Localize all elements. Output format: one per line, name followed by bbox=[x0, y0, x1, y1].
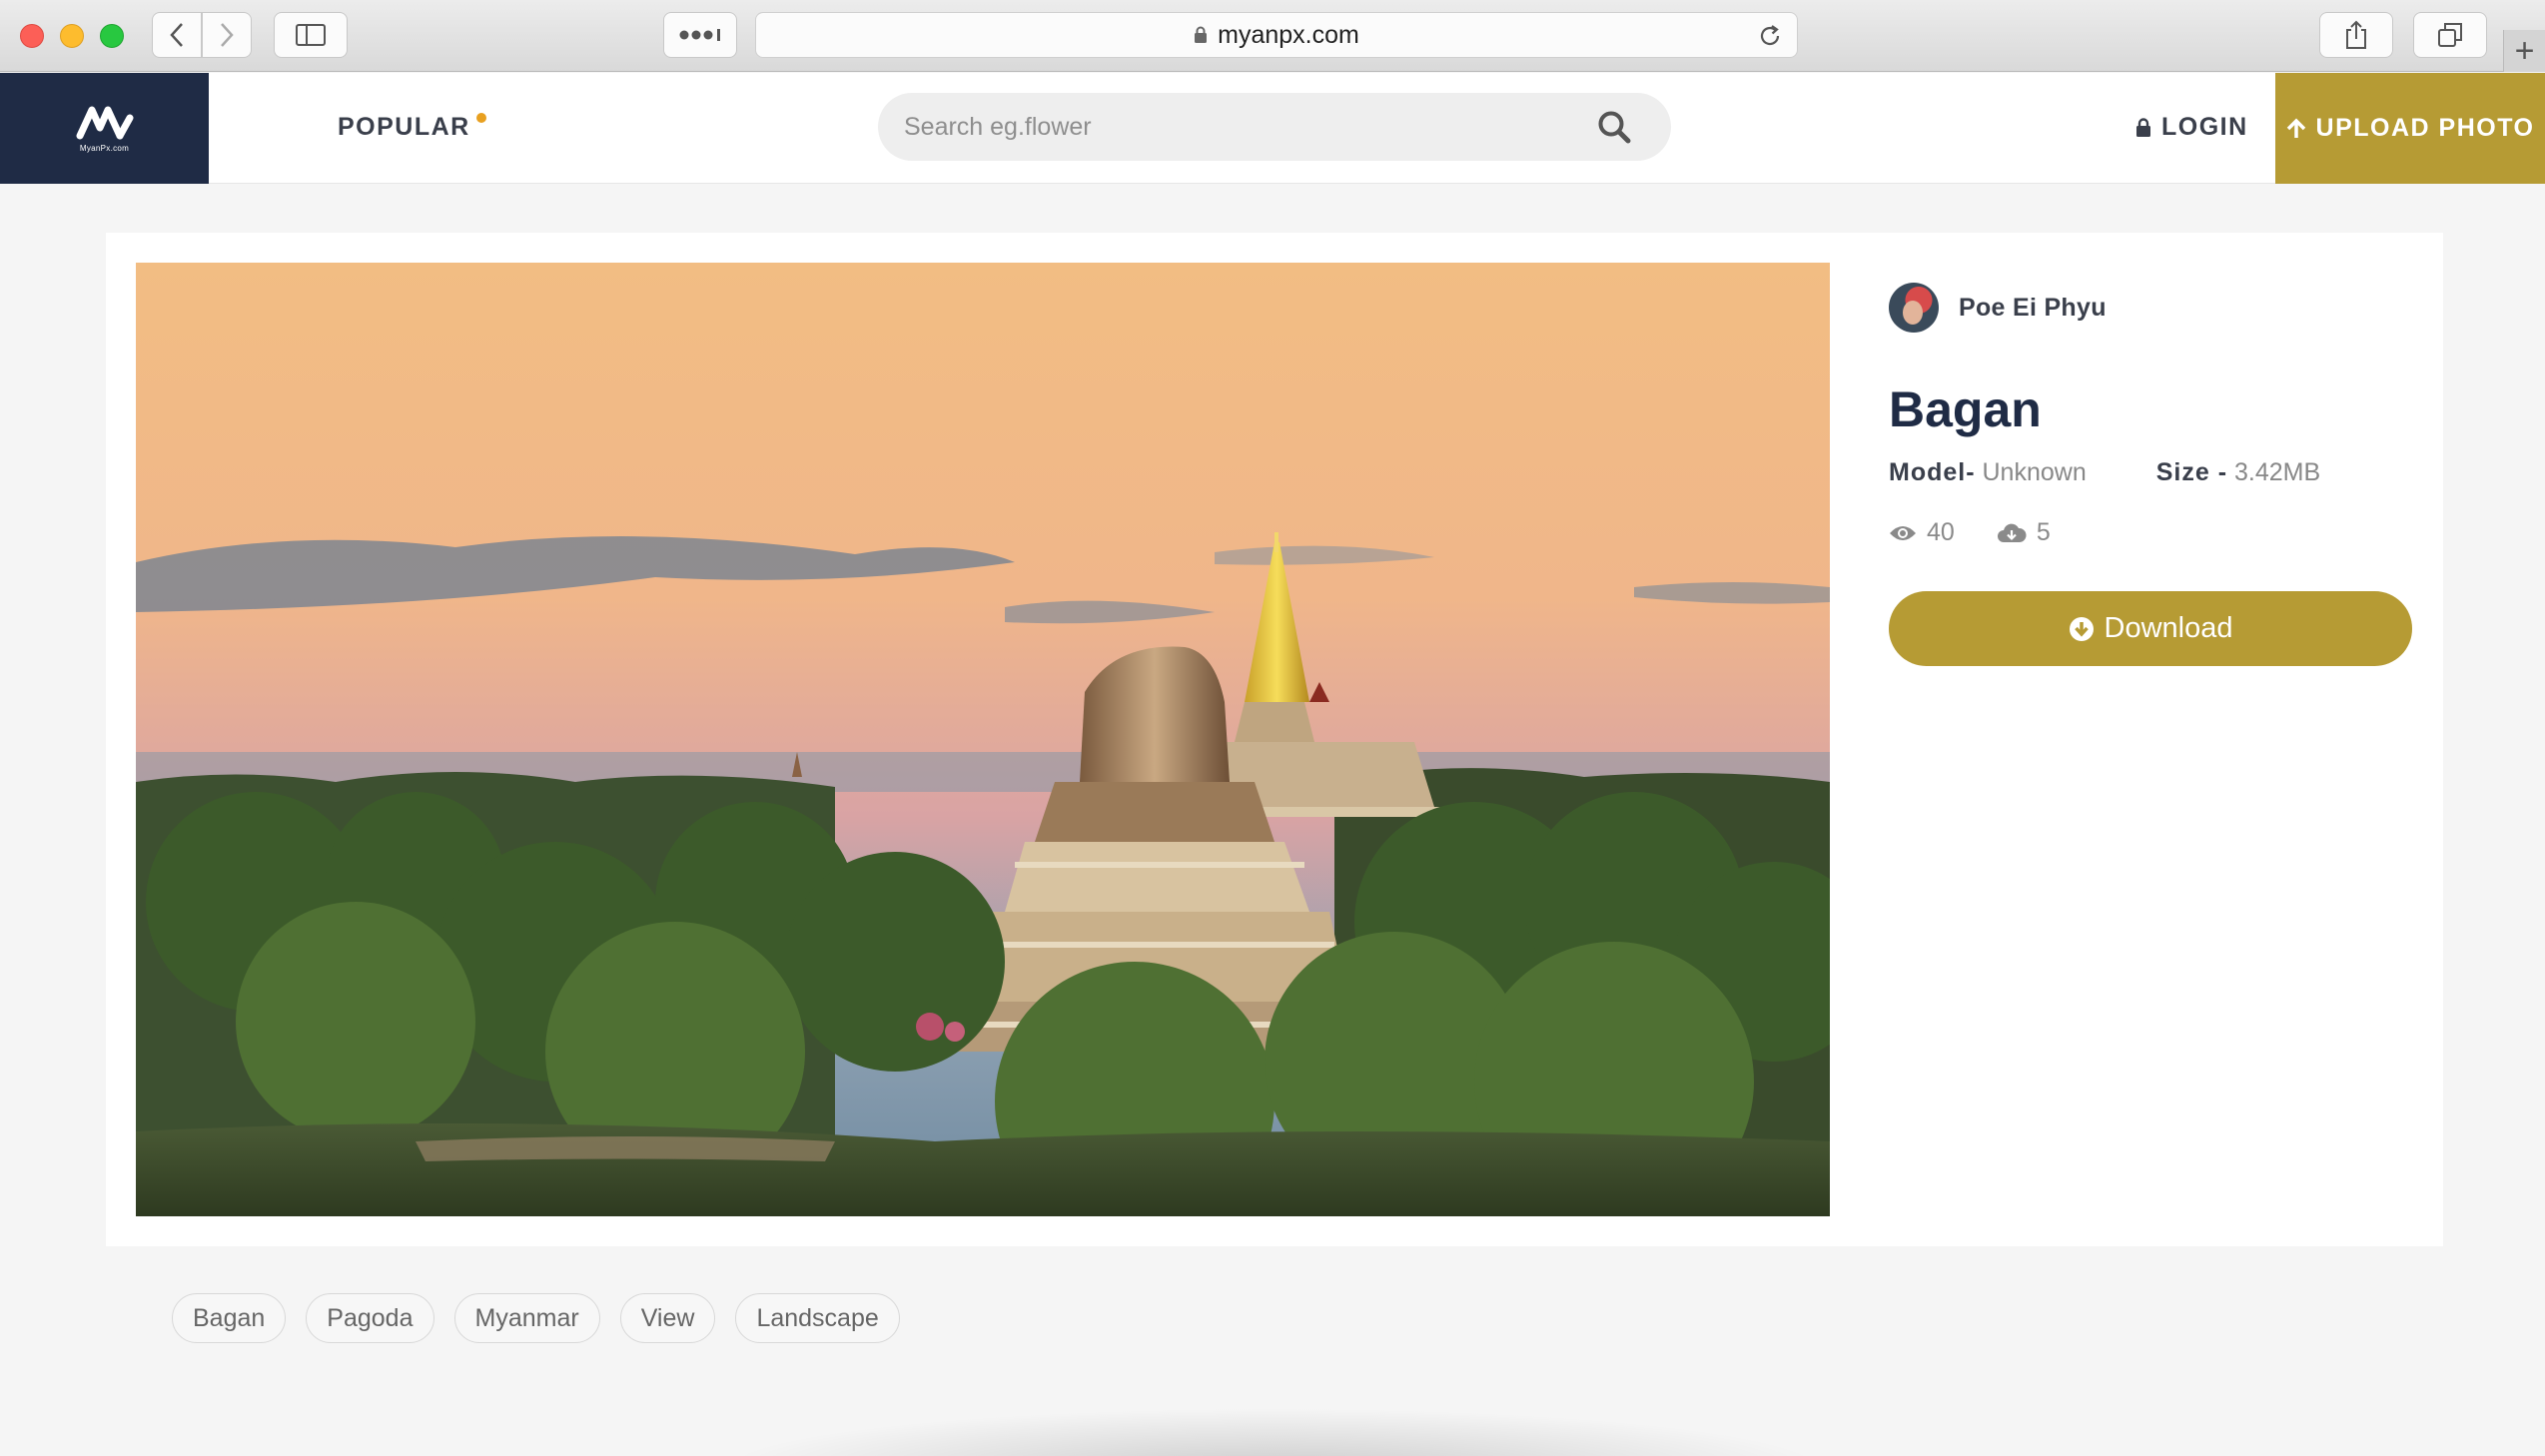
bottom-panel-shadow bbox=[719, 1408, 1828, 1456]
chevron-right-icon bbox=[221, 23, 234, 47]
forward-button[interactable] bbox=[202, 12, 252, 58]
avatar bbox=[1889, 283, 1939, 333]
share-button[interactable] bbox=[2319, 12, 2393, 58]
tag-chip[interactable]: Landscape bbox=[735, 1293, 900, 1343]
downloads-stat: 5 bbox=[1997, 518, 2051, 547]
lock-icon bbox=[1195, 26, 1208, 43]
photo-stats: 40 5 bbox=[1889, 518, 2093, 547]
popular-label: POPULAR bbox=[338, 113, 470, 141]
download-circle-icon bbox=[2069, 616, 2094, 641]
photo-detail-card: Poe Ei Phyu Bagan Model- Unknown Size - … bbox=[106, 233, 2443, 1246]
share-icon bbox=[2346, 20, 2366, 49]
eye-icon bbox=[1890, 525, 1916, 540]
sidebar-toggle-button[interactable] bbox=[274, 12, 348, 58]
photo-image[interactable] bbox=[136, 263, 1830, 1216]
lock-icon bbox=[2136, 117, 2150, 137]
site-header: MyanPx.com POPULAR LOGIN UPLOAD PHOTO bbox=[0, 73, 2545, 184]
login-label: LOGIN bbox=[2161, 113, 2248, 141]
downloads-count: 5 bbox=[2036, 518, 2051, 546]
address-bar[interactable]: myanpx.com bbox=[755, 12, 1798, 58]
size-info: Size - 3.42MB bbox=[2156, 458, 2320, 487]
views-count: 40 bbox=[1927, 518, 1955, 546]
chevron-left-icon bbox=[170, 23, 183, 47]
logo-text: MyanPx.com bbox=[79, 144, 130, 153]
upload-photo-button[interactable]: UPLOAD PHOTO bbox=[2275, 73, 2545, 184]
back-button[interactable] bbox=[152, 12, 202, 58]
author-name: Poe Ei Phyu bbox=[1959, 293, 2107, 322]
tag-chip[interactable]: Myanmar bbox=[453, 1293, 600, 1343]
site-logo[interactable]: MyanPx.com bbox=[0, 73, 209, 184]
tag-chip[interactable]: View bbox=[619, 1293, 716, 1343]
search-icon[interactable] bbox=[1597, 110, 1631, 144]
close-window-button[interactable] bbox=[20, 24, 44, 48]
download-button[interactable]: Download bbox=[1889, 591, 2412, 666]
extensions-button[interactable] bbox=[663, 12, 737, 58]
notification-dot bbox=[475, 113, 486, 123]
model-info: Model- Unknown bbox=[1889, 458, 2087, 487]
nav-popular-link[interactable]: POPULAR bbox=[338, 113, 486, 142]
minimize-window-button[interactable] bbox=[60, 24, 84, 48]
sidebar-icon bbox=[296, 24, 326, 46]
url-text: myanpx.com bbox=[1218, 20, 1359, 49]
reload-icon[interactable] bbox=[1757, 23, 1783, 49]
login-link[interactable]: LOGIN bbox=[2135, 113, 2248, 142]
cloud-download-icon bbox=[1997, 523, 2027, 542]
model-value: Unknown bbox=[1982, 458, 2087, 486]
model-label: Model- bbox=[1889, 458, 1976, 486]
tag-chip[interactable]: Bagan bbox=[172, 1293, 287, 1343]
arrow-up-icon bbox=[2286, 118, 2305, 138]
size-label: Size - bbox=[2155, 458, 2228, 486]
zoom-window-button[interactable] bbox=[100, 24, 124, 48]
photo-meta: Model- Unknown Size - 3.42MB bbox=[1889, 458, 2320, 487]
new-tab-button[interactable]: + bbox=[2503, 30, 2545, 72]
download-label: Download bbox=[2104, 612, 2233, 644]
author-link[interactable]: Poe Ei Phyu bbox=[1889, 283, 2107, 333]
logo-mark-icon bbox=[76, 106, 133, 140]
tag-list: Bagan Pagoda Myanmar View Landscape bbox=[172, 1293, 920, 1343]
tag-chip[interactable]: Pagoda bbox=[306, 1293, 434, 1343]
search-input[interactable] bbox=[904, 112, 1597, 142]
tabs-overview-button[interactable] bbox=[2413, 12, 2487, 58]
size-value: 3.42MB bbox=[2233, 458, 2321, 486]
views-stat: 40 bbox=[1889, 518, 1955, 547]
photo-title: Bagan bbox=[1889, 381, 2042, 437]
more-dots-icon bbox=[679, 29, 720, 41]
browser-toolbar: myanpx.com + bbox=[0, 0, 2545, 72]
tabs-icon bbox=[2438, 23, 2462, 47]
upload-label: UPLOAD PHOTO bbox=[2315, 114, 2535, 142]
search-bar bbox=[878, 93, 1671, 161]
